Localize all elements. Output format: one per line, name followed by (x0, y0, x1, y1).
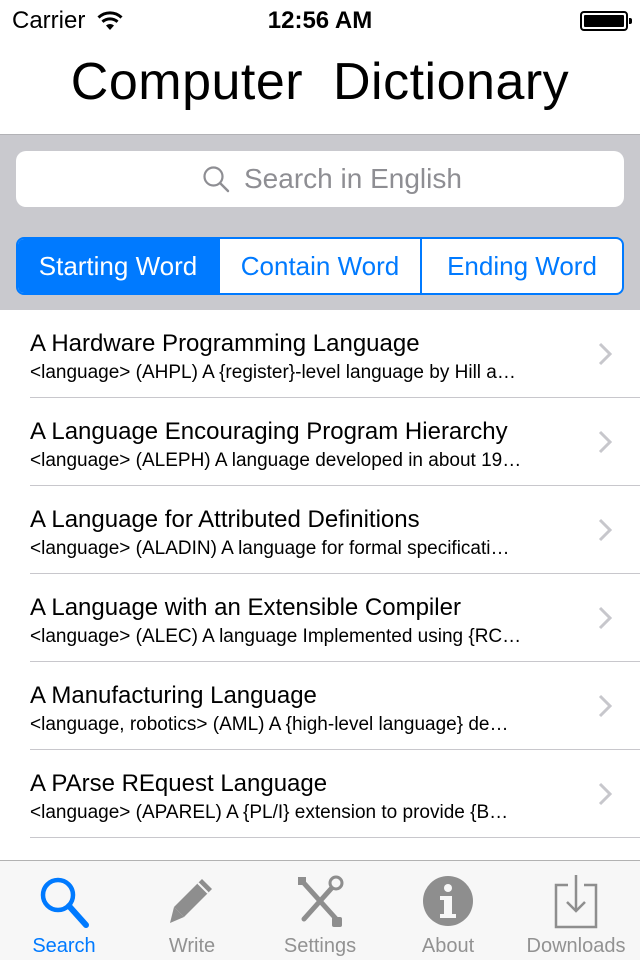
list-item[interactable]: A Language with an Extensible Compiler <… (0, 574, 640, 662)
chevron-right-icon (598, 694, 612, 718)
word-list: A Hardware Programming Language <languag… (0, 310, 640, 860)
magnifier-icon (40, 877, 89, 928)
search-mode-segmented-control: Starting Word Contain Word Ending Word (16, 237, 624, 295)
tools-icon (298, 875, 344, 927)
status-bar: Carrier 12:56 AM (0, 0, 640, 40)
pencil-icon (170, 879, 212, 923)
tab-about[interactable]: About (384, 861, 512, 960)
list-item[interactable]: A Hardware Programming Language <languag… (0, 310, 640, 398)
tab-downloads[interactable]: Downloads (512, 861, 640, 960)
segment-ending-word[interactable]: Ending Word (420, 239, 622, 293)
battery-icon (580, 11, 632, 31)
download-icon (554, 875, 598, 929)
list-item-subtitle: <language> (AHPL) A {register}-level lan… (30, 362, 516, 383)
segment-contain-word[interactable]: Contain Word (218, 239, 420, 293)
list-item-subtitle: <language> (ALEPH) A language developed … (30, 450, 522, 471)
list-item-title: A Language Encouraging Program Hierarchy (30, 418, 508, 445)
info-icon (423, 876, 473, 926)
battery-tip (629, 18, 632, 24)
list-item-subtitle: <language> (APAREL) A {PL/I} extension t… (30, 802, 509, 823)
search-input[interactable] (244, 159, 614, 199)
list-item-title: A Language with an Extensible Compiler (30, 594, 461, 621)
clock: 12:56 AM (267, 7, 373, 34)
row-divider (30, 837, 640, 838)
list-item-title: A PArse REquest Language (30, 770, 328, 797)
chevron-right-icon (598, 518, 612, 542)
list-item-title: A Language for Attributed Definitions (30, 506, 420, 533)
list-item[interactable]: A Manufacturing Language <language, robo… (0, 662, 640, 750)
tab-bar: Search Write Settings About Downloads (0, 860, 640, 960)
list-item[interactable]: A Language Encouraging Program Hierarchy… (0, 398, 640, 486)
tab-label: Search (32, 935, 96, 957)
search-area: Starting Word Contain Word Ending Word (0, 134, 640, 310)
list-item-subtitle: <language> (ALEC) A language Implemented… (30, 626, 522, 647)
list-item-title: A Manufacturing Language (30, 682, 317, 709)
battery-fill (584, 15, 624, 27)
list-item-subtitle: <language, robotics> (AML) A {high-level… (30, 714, 509, 735)
tab-label: Downloads (526, 935, 626, 957)
tab-label: Settings (283, 935, 357, 957)
tab-settings[interactable]: Settings (256, 861, 384, 960)
list-item-subtitle: <language> (ALADIN) A language for forma… (30, 538, 510, 559)
search-icon (203, 166, 230, 193)
chevron-right-icon (598, 782, 612, 806)
chevron-right-icon (598, 606, 612, 630)
search-box[interactable] (16, 151, 624, 207)
tab-search[interactable]: Search (0, 861, 128, 960)
list-item[interactable]: A PArse REquest Language <language> (APA… (0, 750, 640, 838)
tab-label: Write (168, 935, 216, 957)
chevron-right-icon (598, 342, 612, 366)
list-item-title: A Hardware Programming Language (30, 330, 420, 357)
tab-label: About (421, 935, 475, 957)
segment-starting-word[interactable]: Starting Word (18, 239, 218, 293)
tab-write[interactable]: Write (128, 861, 256, 960)
chevron-right-icon (598, 430, 612, 454)
list-item[interactable]: A Language for Attributed Definitions <l… (0, 486, 640, 574)
page-title: Computer Dictionary (70, 53, 570, 111)
